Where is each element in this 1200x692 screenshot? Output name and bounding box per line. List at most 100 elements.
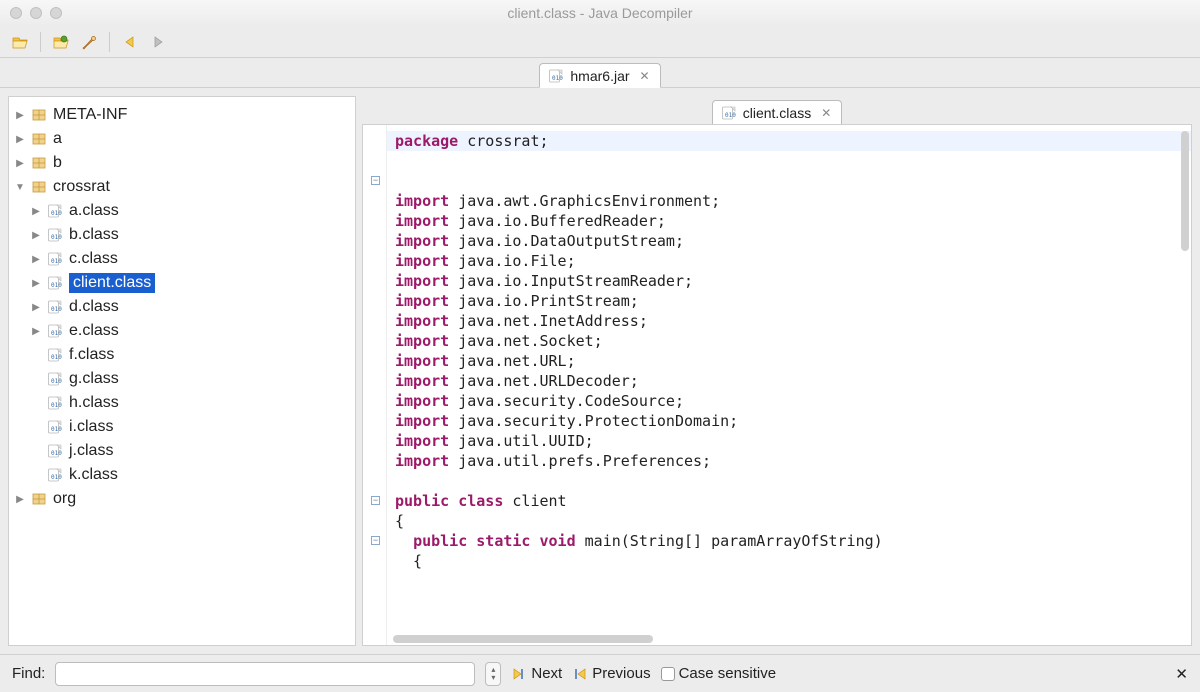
code-tab-label: client.class bbox=[743, 105, 811, 121]
find-bar: Find: ▴ ▾ Next Previous Case sensitive ✕ bbox=[0, 654, 1200, 692]
find-previous-icon bbox=[572, 666, 588, 682]
folder-type-icon bbox=[53, 34, 69, 50]
code-line: { bbox=[395, 512, 404, 530]
window-title: client.class - Java Decompiler bbox=[0, 5, 1200, 21]
tree-item[interactable]: ▶a bbox=[9, 127, 355, 151]
package-icon bbox=[31, 155, 47, 171]
class-file-icon bbox=[47, 443, 63, 459]
close-icon[interactable]: ✕ bbox=[640, 69, 650, 83]
fold-toggle-icon[interactable]: − bbox=[371, 496, 380, 505]
code-editor[interactable]: − − − package crossrat; import java.awt.Gr… bbox=[362, 124, 1192, 646]
tree-item[interactable]: i.class bbox=[9, 415, 355, 439]
fold-toggle-icon[interactable]: − bbox=[371, 536, 380, 545]
search-button[interactable] bbox=[77, 30, 101, 54]
tree-item[interactable]: ▼ crossrat bbox=[9, 175, 355, 199]
arrow-right-icon bbox=[150, 34, 166, 50]
arrow-left-icon bbox=[122, 34, 138, 50]
class-file-icon bbox=[47, 251, 63, 267]
chevron-right-icon[interactable]: ▶ bbox=[31, 230, 41, 241]
tree-item[interactable]: j.class bbox=[9, 439, 355, 463]
tree-item[interactable]: ▶ e.class bbox=[9, 319, 355, 343]
chevron-right-icon[interactable]: ▶ bbox=[31, 278, 41, 289]
tree-item-label: h.class bbox=[69, 394, 119, 412]
find-next-label: Next bbox=[531, 665, 562, 682]
code-line: import java.io.DataOutputStream; bbox=[395, 232, 684, 250]
chevron-right-icon[interactable]: ▶ bbox=[31, 302, 41, 313]
class-file-icon bbox=[47, 299, 63, 315]
tree-item[interactable]: ▶ d.class bbox=[9, 295, 355, 319]
nav-forward-button[interactable] bbox=[146, 30, 170, 54]
jar-tab-label: hmar6.jar bbox=[570, 68, 629, 84]
class-file-icon bbox=[47, 371, 63, 387]
chevron-down-icon[interactable]: ▼ bbox=[15, 182, 25, 193]
code-text: package crossrat; import java.awt.Graphi… bbox=[387, 125, 1191, 645]
fold-toggle-icon[interactable]: − bbox=[371, 176, 380, 185]
horizontal-scrollbar[interactable] bbox=[393, 635, 653, 643]
find-input[interactable] bbox=[55, 662, 475, 686]
tree-item[interactable]: ▶b bbox=[9, 151, 355, 175]
tree-item[interactable]: f.class bbox=[9, 343, 355, 367]
find-history-stepper[interactable]: ▴ ▾ bbox=[485, 662, 501, 686]
open-type-button[interactable] bbox=[49, 30, 73, 54]
class-file-icon bbox=[47, 203, 63, 219]
chevron-right-icon[interactable]: ▶ bbox=[15, 110, 25, 121]
tree-item[interactable]: ▶META-INF bbox=[9, 103, 355, 127]
open-file-button[interactable] bbox=[8, 30, 32, 54]
tree-item[interactable]: k.class bbox=[9, 463, 355, 487]
jar-tab-bar: hmar6.jar ✕ bbox=[0, 58, 1200, 88]
tree-item-label: g.class bbox=[69, 370, 119, 388]
chevron-right-icon[interactable]: ▶ bbox=[31, 254, 41, 265]
code-line: import java.util.prefs.Preferences; bbox=[395, 452, 711, 470]
case-sensitive-toggle[interactable]: Case sensitive bbox=[661, 665, 777, 682]
vertical-scrollbar[interactable] bbox=[1181, 131, 1189, 251]
brush-icon bbox=[81, 34, 97, 50]
toolbar-separator bbox=[109, 32, 110, 52]
tree-item-label: c.class bbox=[69, 250, 118, 268]
tree-item-label: org bbox=[53, 490, 76, 508]
chevron-right-icon[interactable]: ▶ bbox=[15, 494, 25, 505]
code-line: import java.io.InputStreamReader; bbox=[395, 272, 693, 290]
tree-item[interactable]: ▶ org bbox=[9, 487, 355, 511]
code-line: public class client bbox=[395, 492, 567, 510]
tree-item[interactable]: g.class bbox=[9, 367, 355, 391]
tree-item[interactable]: ▶ client.class bbox=[9, 271, 355, 295]
package-icon bbox=[31, 179, 47, 195]
close-findbar-icon[interactable]: ✕ bbox=[1175, 665, 1188, 683]
code-line: import java.util.UUID; bbox=[395, 432, 594, 450]
jar-tab[interactable]: hmar6.jar ✕ bbox=[539, 63, 660, 88]
find-label: Find: bbox=[12, 665, 45, 682]
code-line: { bbox=[395, 552, 422, 570]
close-icon[interactable]: ✕ bbox=[821, 106, 831, 120]
tree-item-label: d.class bbox=[69, 298, 119, 316]
find-previous-label: Previous bbox=[592, 665, 650, 682]
code-area: client.class ✕ − − − package crossrat; imp… bbox=[362, 96, 1192, 646]
chevron-right-icon[interactable]: ▶ bbox=[31, 326, 41, 337]
chevron-right-icon[interactable]: ▶ bbox=[15, 134, 25, 145]
chevron-right-icon[interactable]: ▶ bbox=[31, 206, 41, 217]
code-tab[interactable]: client.class ✕ bbox=[712, 100, 843, 125]
find-previous-button[interactable]: Previous bbox=[572, 665, 650, 682]
tree-item[interactable]: ▶b.class bbox=[9, 223, 355, 247]
chevron-right-icon[interactable]: ▶ bbox=[15, 158, 25, 169]
code-line: import java.net.Socket; bbox=[395, 332, 603, 350]
chevron-down-icon: ▾ bbox=[491, 674, 495, 682]
code-line: package crossrat; bbox=[387, 131, 1191, 151]
tree-item[interactable]: h.class bbox=[9, 391, 355, 415]
checkbox-icon bbox=[661, 667, 675, 681]
tree-item[interactable]: ▶a.class bbox=[9, 199, 355, 223]
tree-item-label: e.class bbox=[69, 322, 119, 340]
fold-gutter[interactable]: − − − bbox=[363, 125, 387, 645]
package-icon bbox=[31, 107, 47, 123]
code-tab-bar: client.class ✕ bbox=[362, 96, 1192, 124]
folder-open-icon bbox=[12, 34, 28, 50]
tree-item-label: client.class bbox=[69, 273, 155, 293]
nav-back-button[interactable] bbox=[118, 30, 142, 54]
package-tree-panel[interactable]: ▶META-INF▶a▶b▼crossrat▶a.class▶b.class▶c… bbox=[8, 96, 356, 646]
class-file-icon bbox=[47, 227, 63, 243]
tree-item-label: f.class bbox=[69, 346, 114, 364]
tree-item-label: crossrat bbox=[53, 178, 110, 196]
package-icon bbox=[31, 491, 47, 507]
code-line: import java.net.InetAddress; bbox=[395, 312, 648, 330]
tree-item[interactable]: ▶ c.class bbox=[9, 247, 355, 271]
find-next-button[interactable]: Next bbox=[511, 665, 562, 682]
